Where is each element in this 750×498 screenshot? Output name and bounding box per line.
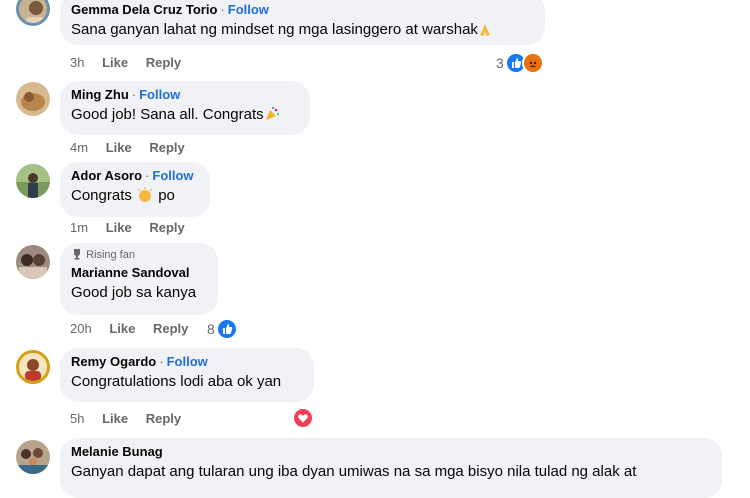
angry-reaction-icon	[521, 52, 544, 74]
follow-link[interactable]: Follow	[139, 87, 180, 102]
like-button[interactable]: Like	[109, 321, 135, 336]
comment-actions: 20h Like Reply	[70, 321, 202, 336]
fan-badge: Rising fan	[71, 248, 206, 264]
comment-text: Good job sa kanya	[71, 284, 197, 301]
reply-button[interactable]: Reply	[146, 55, 181, 70]
clapping-hands-icon	[136, 187, 154, 209]
reply-button[interactable]: Reply	[153, 321, 188, 336]
author-name[interactable]: Remy Ogardo	[71, 354, 156, 369]
comment-text: Sana ganyan lahat ng mindset ng mga lasi…	[71, 21, 478, 38]
reaction-summary[interactable]: 3	[496, 52, 544, 74]
like-button[interactable]: Like	[102, 411, 128, 426]
comment-text-suffix: po	[158, 187, 175, 204]
reaction-summary[interactable]	[292, 407, 314, 429]
follow-link[interactable]: Follow	[167, 354, 208, 369]
avatar[interactable]	[16, 245, 50, 279]
avatar[interactable]	[16, 440, 50, 474]
reply-button[interactable]: Reply	[149, 140, 184, 155]
heart-reaction-icon	[292, 407, 314, 429]
comment-actions: 3h Like Reply	[70, 55, 195, 70]
timestamp[interactable]: 1m	[70, 220, 88, 235]
praying-hands-icon	[478, 23, 492, 43]
trophy-icon	[71, 248, 83, 264]
reaction-count: 8	[207, 321, 215, 337]
party-popper-icon	[264, 106, 280, 128]
follow-link[interactable]: Follow	[228, 2, 269, 17]
timestamp[interactable]: 4m	[70, 140, 88, 155]
author-name[interactable]: Gemma Dela Cruz Torio	[71, 2, 217, 17]
author-name[interactable]: Melanie Bunag	[71, 444, 163, 459]
avatar[interactable]	[16, 164, 50, 198]
comment-text: Congratulations lodi aba ok yan	[71, 373, 282, 390]
badge-label: Rising fan	[86, 249, 135, 261]
like-button[interactable]: Like	[106, 220, 132, 235]
avatar[interactable]	[16, 350, 50, 384]
avatar[interactable]	[16, 82, 50, 116]
reply-button[interactable]: Reply	[149, 220, 184, 235]
reply-button[interactable]: Reply	[146, 411, 181, 426]
like-reaction-icon	[215, 318, 238, 340]
author-name[interactable]: Ming Zhu	[71, 87, 129, 102]
comment-bubble: Ador Asoro · Follow Congrats po	[60, 162, 210, 217]
avatar[interactable]	[16, 0, 50, 26]
comment-bubble: Ming Zhu · Follow Good job! Sana all. Cong…	[60, 81, 310, 135]
like-button[interactable]: Like	[102, 55, 128, 70]
author-name[interactable]: Ador Asoro	[71, 168, 142, 183]
follow-link[interactable]: Follow	[152, 168, 193, 183]
timestamp[interactable]: 20h	[70, 321, 92, 336]
comment-bubble: Rising fan Marianne Sandoval Good job sa…	[60, 243, 218, 315]
author-name[interactable]: Marianne Sandoval	[71, 265, 189, 280]
comment-actions: 1m Like Reply	[70, 220, 199, 235]
comment-bubble: Remy Ogardo · Follow Congratulations lodi …	[60, 348, 314, 402]
like-button[interactable]: Like	[106, 140, 132, 155]
comment-actions: 5h Like Reply	[70, 411, 195, 426]
comment-text: Good job! Sana all. Congrats	[71, 106, 264, 123]
reaction-summary[interactable]: 8	[207, 318, 238, 340]
comment-bubble: Melanie Bunag Ganyan dapat ang tularan u…	[60, 438, 722, 498]
timestamp[interactable]: 3h	[70, 55, 84, 70]
comment-bubble: Gemma Dela Cruz Torio · Follow Sana ganyan…	[60, 0, 545, 45]
reaction-count: 3	[496, 55, 504, 71]
comment-actions: 4m Like Reply	[70, 140, 199, 155]
timestamp[interactable]: 5h	[70, 411, 84, 426]
comment-text: Congrats	[71, 187, 132, 204]
comment-text: Ganyan dapat ang tularan ung iba dyan um…	[71, 463, 637, 480]
